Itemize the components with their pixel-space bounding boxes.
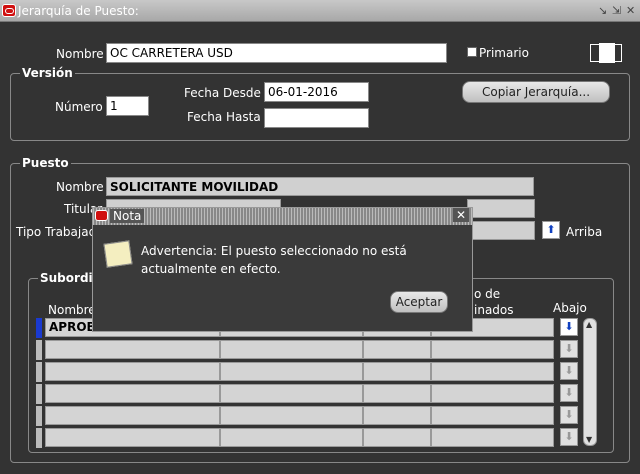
fecha-desde-field[interactable]: 06-01-2016 xyxy=(264,82,369,102)
table-cell[interactable] xyxy=(363,406,431,425)
vertical-scrollbar[interactable]: ▲ ▼ xyxy=(583,318,597,446)
note-icon xyxy=(103,240,133,268)
fecha-desde-label: Fecha Desde xyxy=(184,86,261,100)
hierarchy-name-field[interactable]: OC CARRETERA USD xyxy=(106,43,447,63)
scroll-down-icon[interactable]: ▼ xyxy=(586,435,592,444)
arrow-down-icon[interactable]: ⬇ xyxy=(560,406,578,424)
table-cell[interactable] xyxy=(220,428,363,447)
col-abajo-header: Abajo xyxy=(553,301,587,315)
primario-checkbox[interactable] xyxy=(467,47,477,57)
col-nombre-header: Nombre xyxy=(48,303,96,317)
current-row-indicator xyxy=(36,318,42,338)
version-section-title: Versión xyxy=(20,66,75,80)
table-cell[interactable] xyxy=(431,384,554,403)
tipo-trabajador-label: Tipo Trabajado xyxy=(16,225,104,239)
scroll-up-icon[interactable]: ▲ xyxy=(586,320,592,329)
table-row[interactable] xyxy=(45,340,220,359)
oracle-logo-icon xyxy=(95,210,108,221)
row-indicator xyxy=(36,384,42,404)
close-icon[interactable]: ✕ xyxy=(626,4,635,17)
table-cell[interactable] xyxy=(363,428,431,447)
dialog-close-icon[interactable]: ✕ xyxy=(452,208,469,222)
fecha-hasta-label: Fecha Hasta xyxy=(187,110,261,124)
col-count-header-1: o de xyxy=(474,287,501,301)
table-cell[interactable] xyxy=(431,340,554,359)
primario-label: Primario xyxy=(479,46,529,60)
puesto-nombre-field[interactable]: SOLICITANTE MOVILIDAD xyxy=(106,177,534,196)
trabajadores-field[interactable] xyxy=(467,199,535,218)
arrow-down-icon[interactable]: ⬇ xyxy=(560,362,578,380)
puesto-nombre-label: Nombre xyxy=(56,180,104,194)
table-cell[interactable] xyxy=(363,362,431,381)
tipo-trabajador-field[interactable] xyxy=(467,221,535,240)
dialog-title: Nota xyxy=(110,209,145,223)
arrow-down-icon[interactable]: ⬇ xyxy=(560,384,578,402)
fecha-hasta-field[interactable] xyxy=(264,108,369,128)
window-title-bar: Jerarquía de Puesto: ↘ ⇲ ✕ xyxy=(0,0,640,22)
numero-field[interactable]: 1 xyxy=(106,96,149,116)
arrow-down-icon[interactable]: ⬇ xyxy=(560,428,578,446)
table-cell[interactable] xyxy=(431,362,554,381)
arrow-up-icon[interactable]: ⬆ xyxy=(542,221,560,239)
row-indicator xyxy=(36,406,42,426)
arrow-down-icon[interactable]: ⬇ xyxy=(560,340,578,358)
table-row[interactable] xyxy=(45,362,220,381)
table-row[interactable] xyxy=(45,406,220,425)
oracle-logo-icon xyxy=(2,4,16,17)
accept-button[interactable]: Aceptar xyxy=(390,291,448,313)
table-row[interactable] xyxy=(45,384,220,403)
dialog-title-bar: Nota ✕ xyxy=(93,208,472,225)
table-cell[interactable] xyxy=(363,340,431,359)
restore-icon[interactable]: ⇲ xyxy=(612,4,621,17)
numero-label: Número xyxy=(55,100,103,114)
col-count-header-2: inados xyxy=(474,303,514,317)
window-title: Jerarquía de Puesto: xyxy=(18,4,139,18)
table-cell[interactable] xyxy=(431,406,554,425)
note-dialog: Nota ✕ Advertencia: El puesto selecciona… xyxy=(92,207,473,332)
table-cell[interactable] xyxy=(220,362,363,381)
arriba-label: Arriba xyxy=(566,225,603,239)
minimize-icon[interactable]: ↘ xyxy=(598,4,607,17)
row-indicator xyxy=(36,428,42,448)
puesto-section-title: Puesto xyxy=(20,156,71,170)
table-cell[interactable] xyxy=(363,384,431,403)
copy-hierarchy-button[interactable]: Copiar Jerarquía... xyxy=(462,81,610,103)
table-cell[interactable] xyxy=(431,428,554,447)
row-indicator xyxy=(36,340,42,360)
row-indicator xyxy=(36,362,42,382)
dialog-message: Advertencia: El puesto seleccionado no e… xyxy=(141,244,407,276)
arrow-down-icon[interactable]: ⬇ xyxy=(560,318,578,336)
nombre-label: Nombre xyxy=(56,47,104,61)
table-cell[interactable] xyxy=(220,384,363,403)
table-row[interactable] xyxy=(45,428,220,447)
table-cell[interactable] xyxy=(220,340,363,359)
table-cell[interactable] xyxy=(220,406,363,425)
folder-icon[interactable] xyxy=(590,43,622,63)
